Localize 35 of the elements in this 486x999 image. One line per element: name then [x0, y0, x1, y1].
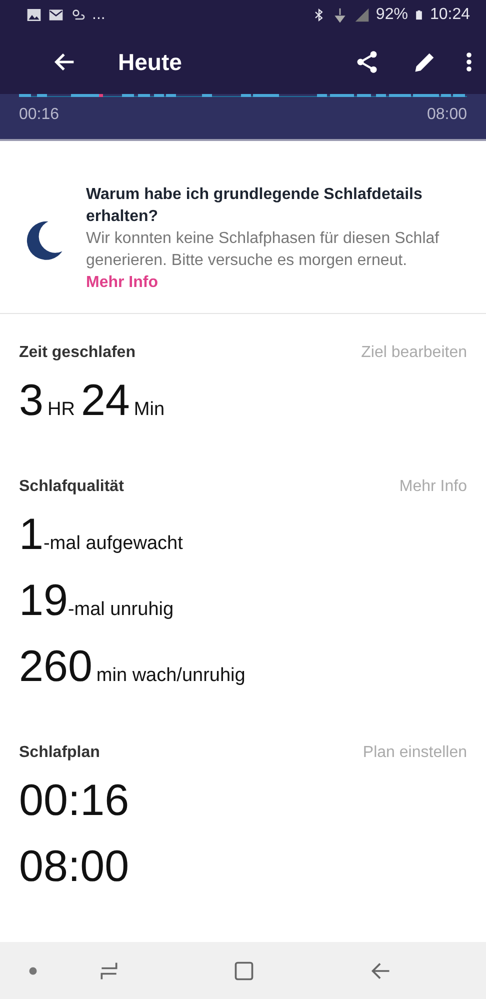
more-icon	[466, 52, 472, 72]
stat-value: 3	[19, 376, 44, 426]
end-time: 08:00	[426, 106, 467, 124]
stat-value: 08:00	[19, 842, 130, 892]
stat-unit: min wach/unruhig	[96, 665, 246, 687]
home-icon	[233, 960, 255, 982]
battery-level: 92%	[376, 6, 408, 24]
notification-overflow: ...	[92, 6, 106, 24]
stat-unit: -mal unruhig	[68, 599, 174, 621]
section-action[interactable]: Mehr Info	[399, 478, 467, 496]
info-title: Warum habe ich grundlegende Schlafdetails erhalten?	[86, 185, 424, 227]
mail-icon	[48, 7, 64, 23]
status-time: 10:24	[430, 6, 470, 24]
more-button[interactable]	[466, 52, 472, 72]
stat-unit: HR	[47, 399, 75, 421]
stat-value: 24	[80, 376, 130, 426]
section-action[interactable]: Plan einstellen	[362, 744, 467, 762]
stat-value: 19	[19, 576, 68, 626]
dot-icon	[28, 966, 38, 976]
section-title: Zeit geschlafen	[19, 344, 136, 362]
stat-value: 00:16	[19, 776, 130, 826]
stat-value: 260	[19, 642, 92, 692]
stat-unit: -mal aufgewacht	[43, 533, 183, 555]
section-title: Schlafplan	[19, 744, 100, 762]
stat-value: 1	[19, 510, 44, 560]
section-title: Schlafqualität	[19, 478, 124, 496]
stat-unit: Min	[134, 399, 165, 421]
signal-icon	[354, 7, 370, 23]
more-info-link[interactable]: Mehr Info	[86, 274, 158, 291]
section-action[interactable]: Ziel bearbeiten	[361, 344, 467, 362]
info-text: Wir konnten keine Schlafphasen für diesen Schlaf generieren. Bitte versuche es morgen erneut. Mehr Info	[86, 229, 440, 293]
screen-title: Heute	[118, 48, 183, 76]
home-button[interactable]	[233, 960, 255, 982]
image-icon	[26, 7, 42, 23]
start-time: 00:16	[19, 106, 60, 124]
